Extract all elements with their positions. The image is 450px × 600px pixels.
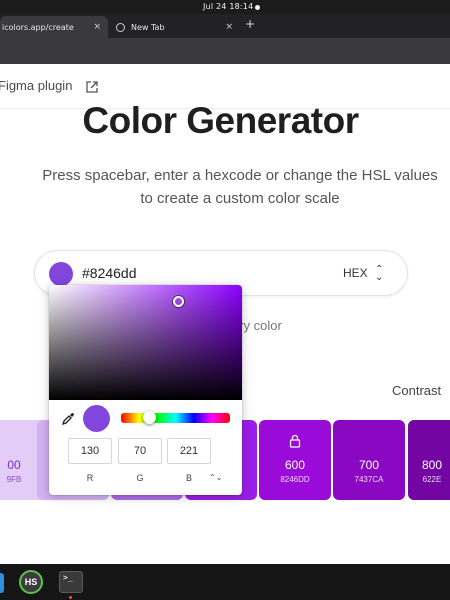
blue-field[interactable]: 221 xyxy=(167,438,211,464)
external-link-icon[interactable] xyxy=(85,80,99,94)
tab-label: icolors.app/create xyxy=(2,22,74,32)
contrast-label[interactable]: Contrast xyxy=(392,383,441,398)
red-label: R xyxy=(86,473,94,483)
hs-app-icon[interactable]: HS xyxy=(19,570,43,594)
hex-color-swatch[interactable] xyxy=(49,262,73,286)
red-field[interactable]: 130 xyxy=(68,438,112,464)
figma-plugin-link[interactable]: Figma plugin xyxy=(0,78,72,93)
swatch-hex: 7437CA xyxy=(354,475,384,484)
tab-new-tab[interactable]: New Tab × xyxy=(110,16,240,38)
system-clock[interactable]: Jul 24 18:14 xyxy=(203,2,253,11)
hue-slider-handle[interactable] xyxy=(143,411,156,424)
browser-tab-strip: icolors.app/create × New Tab × xyxy=(0,14,450,38)
app-launcher-icon[interactable] xyxy=(0,573,4,593)
scale-swatch-locked[interactable]: 600 8246DD xyxy=(259,420,331,500)
globe-icon xyxy=(116,22,125,32)
current-color-swatch xyxy=(83,405,110,432)
hex-input[interactable]: #8246dd xyxy=(82,265,137,281)
tab-close-icon[interactable]: × xyxy=(225,22,233,32)
lock-icon[interactable] xyxy=(288,434,302,448)
saturation-handle[interactable] xyxy=(173,296,184,307)
swatch-number: 800 xyxy=(421,458,443,472)
saturation-value-area[interactable] xyxy=(49,285,242,400)
system-top-bar: Jul 24 18:14 xyxy=(0,0,450,14)
page-subtitle: Press spacebar, enter a hexcode or chang… xyxy=(42,167,438,207)
page-title: Color Generator xyxy=(82,100,359,141)
swatch-number: 600 xyxy=(284,458,306,472)
browser-toolbar xyxy=(0,38,450,64)
blue-label: B xyxy=(185,473,192,483)
scale-swatch[interactable]: 800 622E xyxy=(408,420,450,500)
terminal-icon[interactable]: >_ xyxy=(59,571,83,593)
tab-close-icon[interactable]: × xyxy=(93,22,101,32)
hue-slider[interactable] xyxy=(121,413,230,423)
swatch-hex: 8246DD xyxy=(280,475,310,484)
tab-label: New Tab xyxy=(131,22,165,32)
scale-swatch[interactable]: 700 7437CA xyxy=(333,420,405,500)
new-tab-button[interactable]: + xyxy=(245,17,255,31)
color-picker-popover: 130 70 221 R G B ⌃⌄ xyxy=(49,285,242,495)
swatch-hex: 622E xyxy=(422,475,442,484)
running-indicator xyxy=(69,596,72,599)
green-label: G xyxy=(136,473,144,483)
tab-icolors[interactable]: icolors.app/create × xyxy=(0,16,108,38)
swatch-number: 700 xyxy=(358,458,380,472)
eyedropper-icon[interactable] xyxy=(61,412,75,426)
color-mode-select[interactable]: HEX xyxy=(343,266,368,280)
green-field[interactable]: 70 xyxy=(118,438,162,464)
chevron-updown-icon[interactable]: ⌃ ⌄ xyxy=(375,265,383,283)
picker-mode-toggle[interactable]: ⌃⌄ xyxy=(209,473,222,482)
notification-dot xyxy=(255,5,260,10)
taskbar-dock: HS >_ xyxy=(0,564,450,600)
